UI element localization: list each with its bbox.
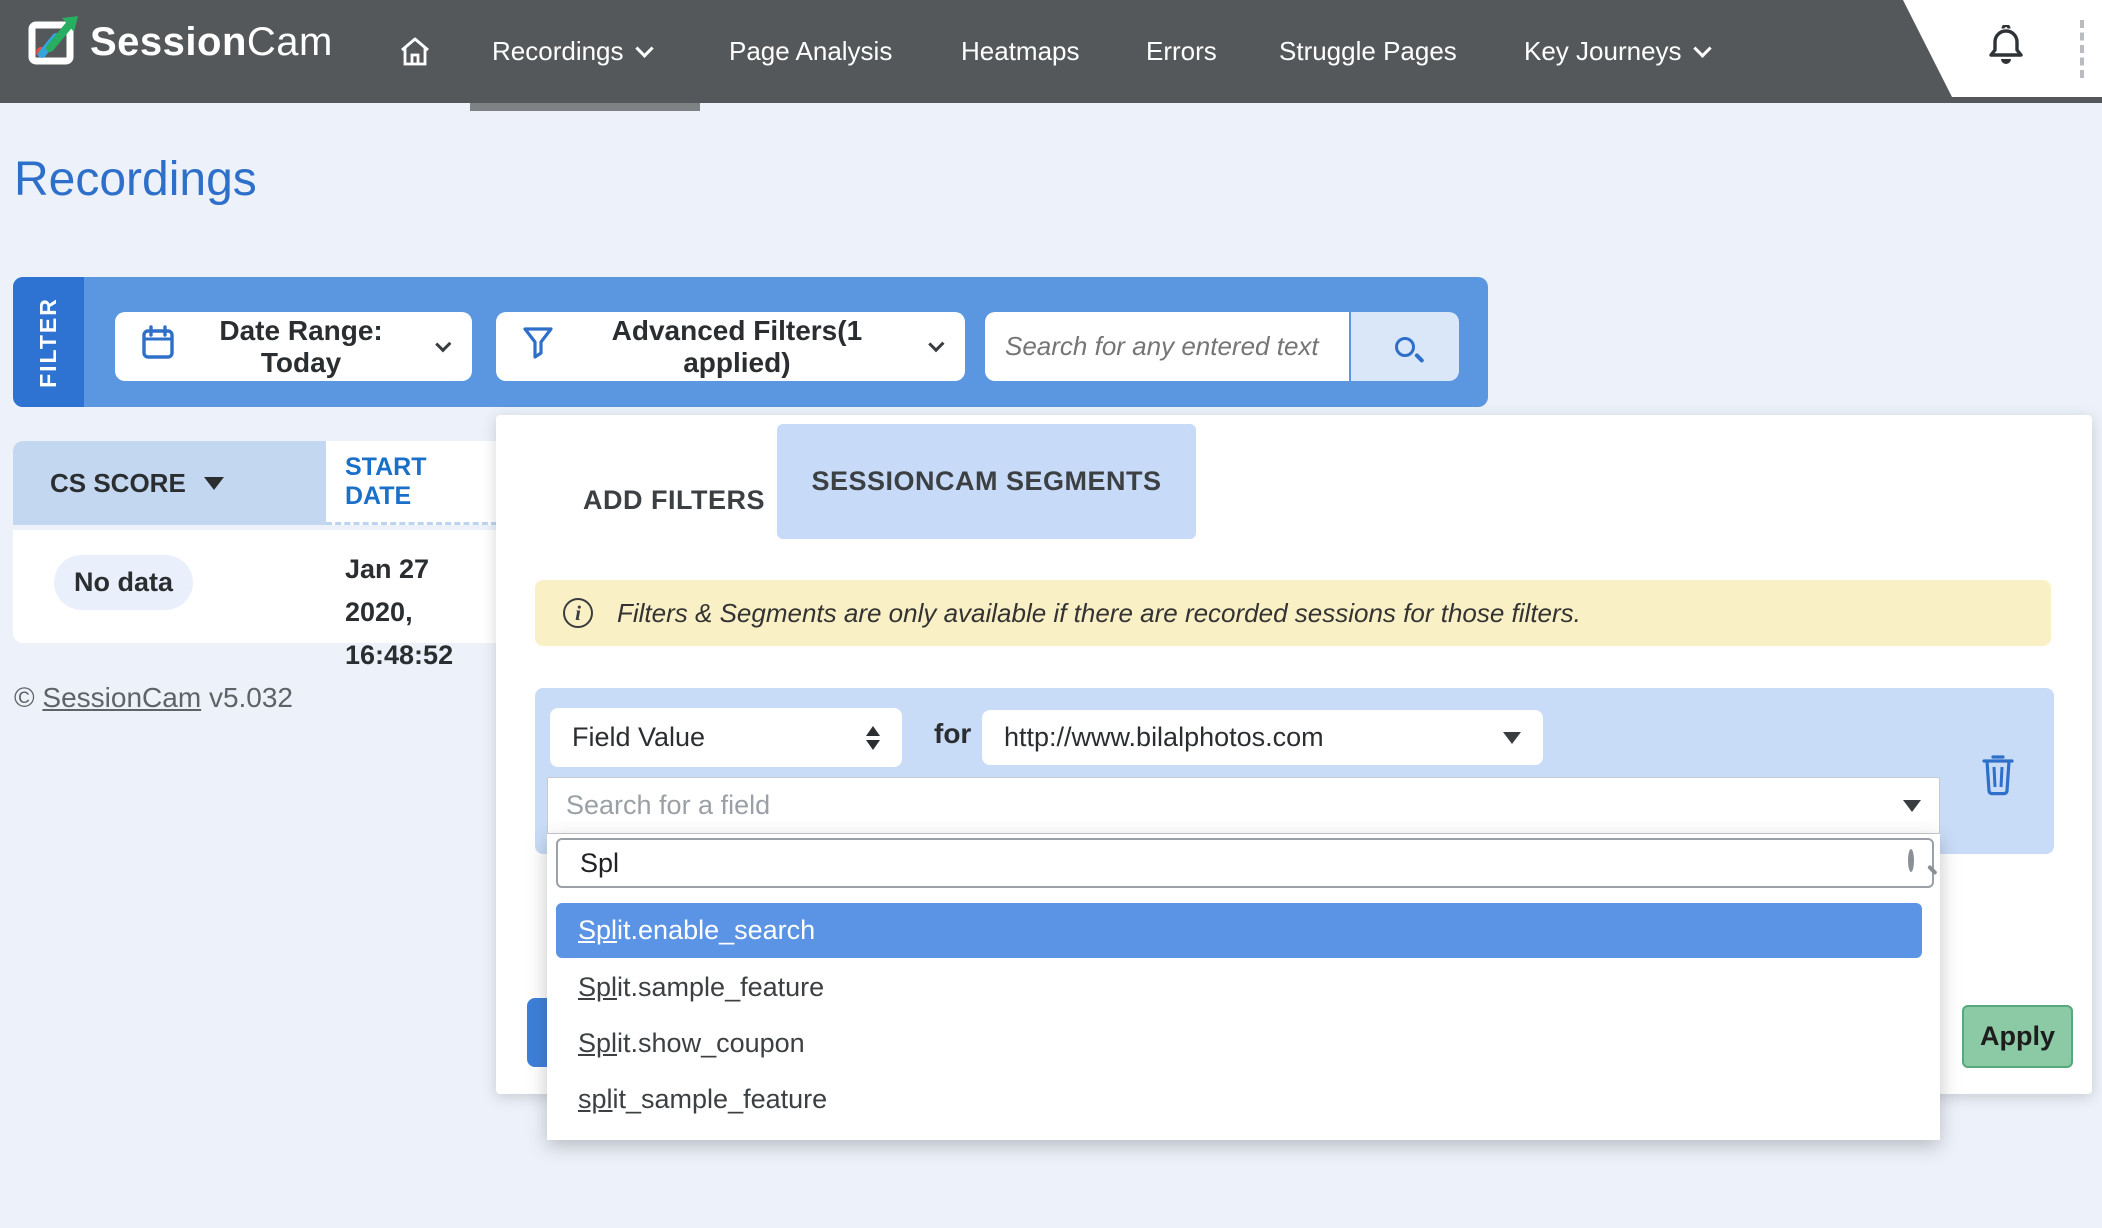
search-submit-button[interactable] — [1351, 312, 1459, 381]
start-date-value: Jan 27 2020, 16:48:52 — [345, 548, 497, 677]
table-row[interactable]: No data Jan 27 2020, 16:48:52 — [13, 530, 497, 643]
nav-item-label: Errors — [1146, 36, 1217, 67]
sessioncam-logo-icon — [28, 12, 80, 73]
chevron-down-icon — [1693, 39, 1711, 57]
nav-item-recordings[interactable]: Recordings — [492, 0, 651, 103]
sort-descending-icon — [204, 477, 224, 490]
top-navbar: SessionCam Recordings Page Analysis Heat… — [0, 0, 2102, 103]
sessioncam-footer-link[interactable]: SessionCam — [42, 682, 201, 713]
field-options-dropdown: Split.enable_search Split.sample_feature… — [547, 834, 1940, 1140]
date-range-button[interactable]: Date Range: Today — [115, 312, 472, 381]
copyright-symbol: © — [14, 682, 35, 713]
field-search-select[interactable]: Search for a field — [547, 777, 1940, 834]
option-split-enable-search[interactable]: Split.enable_search — [556, 903, 1922, 958]
nav-item-struggle-pages[interactable]: Struggle Pages — [1279, 0, 1457, 103]
chevron-down-icon — [435, 336, 451, 352]
nav-item-heatmaps[interactable]: Heatmaps — [961, 0, 1080, 103]
text-search-input[interactable] — [985, 312, 1349, 381]
home-icon[interactable] — [398, 0, 432, 103]
funnel-icon — [522, 326, 554, 367]
nav-item-label: Recordings — [492, 36, 624, 67]
text-search-field — [985, 312, 1349, 381]
field-filter-input[interactable] — [556, 838, 1934, 888]
calendar-icon — [141, 325, 175, 368]
start-date-line2: 16:48:52 — [345, 634, 497, 677]
segments-notice-banner: i Filters & Segments are only available … — [535, 580, 2051, 646]
notice-text: Filters & Segments are only available if… — [617, 598, 1581, 629]
option-split-show-coupon[interactable]: Split.show_coupon — [556, 1016, 1922, 1071]
cs-score-label: CS SCORE — [50, 468, 186, 499]
apply-button[interactable]: Apply — [1962, 1005, 2073, 1068]
option-split-sample-feature[interactable]: Split.sample_feature — [556, 960, 1922, 1015]
chevron-down-icon — [635, 39, 653, 57]
version-number: v5.032 — [209, 682, 293, 713]
column-header-start-date[interactable]: START DATE — [326, 441, 497, 525]
search-icon — [1395, 337, 1415, 357]
nav-item-label: Struggle Pages — [1279, 36, 1457, 67]
footer-version: © SessionCam v5.032 — [14, 682, 293, 714]
tab-add-filters[interactable]: ADD FILTERS — [560, 460, 788, 540]
nav-item-label: Key Journeys — [1524, 36, 1682, 67]
date-range-label: Date Range: Today — [191, 315, 411, 379]
brand-logo[interactable]: SessionCam — [28, 12, 333, 73]
more-options-icon[interactable] — [2080, 20, 2084, 78]
filter-tab[interactable]: FILTER — [13, 277, 84, 407]
option-split-sample-feature-lower[interactable]: split_sample_feature — [556, 1072, 1922, 1127]
active-nav-indicator — [470, 103, 700, 111]
filter-bar: FILTER Date Range: Today Advanced Filter — [13, 277, 1488, 407]
nav-item-key-journeys[interactable]: Key Journeys — [1524, 0, 1709, 103]
column-header-cs-score[interactable]: CS SCORE — [13, 441, 326, 525]
site-select[interactable]: http://www.bilalphotos.com — [982, 710, 1543, 765]
advanced-filters-label: Advanced Filters(1 applied) — [570, 315, 904, 379]
chevron-down-icon — [928, 335, 944, 351]
tab-label: SESSIONCAM SEGMENTS — [811, 466, 1161, 497]
search-icon — [1908, 852, 1914, 870]
field-type-select[interactable]: Field Value — [550, 708, 902, 767]
tab-sessioncam-segments[interactable]: SESSIONCAM SEGMENTS — [777, 424, 1196, 539]
field-select-placeholder: Search for a field — [566, 790, 770, 821]
field-filter-search — [556, 838, 1934, 888]
navbar-corner-wedge — [1880, 0, 2102, 97]
page-title: Recordings — [14, 152, 257, 207]
select-arrow-icon — [1903, 800, 1921, 812]
tab-label: ADD FILTERS — [583, 485, 765, 516]
nav-item-label: Heatmaps — [961, 36, 1080, 67]
nav-item-label: Page Analysis — [729, 36, 892, 67]
nav-item-errors[interactable]: Errors — [1146, 0, 1217, 103]
filter-tab-label: FILTER — [35, 297, 62, 388]
delete-filter-button[interactable] — [1974, 751, 2022, 799]
brand-name: SessionCam — [90, 20, 333, 65]
start-date-label: START DATE — [345, 453, 497, 511]
field-type-value: Field Value — [572, 722, 705, 753]
cs-score-badge: No data — [54, 555, 193, 610]
select-arrow-icon — [1503, 732, 1521, 744]
info-icon: i — [563, 598, 593, 628]
for-label: for — [934, 718, 971, 750]
sessioncam-app: SessionCam Recordings Page Analysis Heat… — [0, 0, 2102, 1228]
nav-item-page-analysis[interactable]: Page Analysis — [729, 0, 892, 103]
advanced-filters-button[interactable]: Advanced Filters(1 applied) — [496, 312, 965, 381]
advanced-filters-panel: ADD FILTERS SESSIONCAM SEGMENTS i Filter… — [496, 415, 2092, 1094]
site-value: http://www.bilalphotos.com — [1004, 722, 1324, 753]
select-updown-icon — [866, 726, 880, 750]
start-date-line1: Jan 27 2020, — [345, 548, 497, 634]
notifications-bell-icon[interactable] — [1986, 25, 2026, 76]
